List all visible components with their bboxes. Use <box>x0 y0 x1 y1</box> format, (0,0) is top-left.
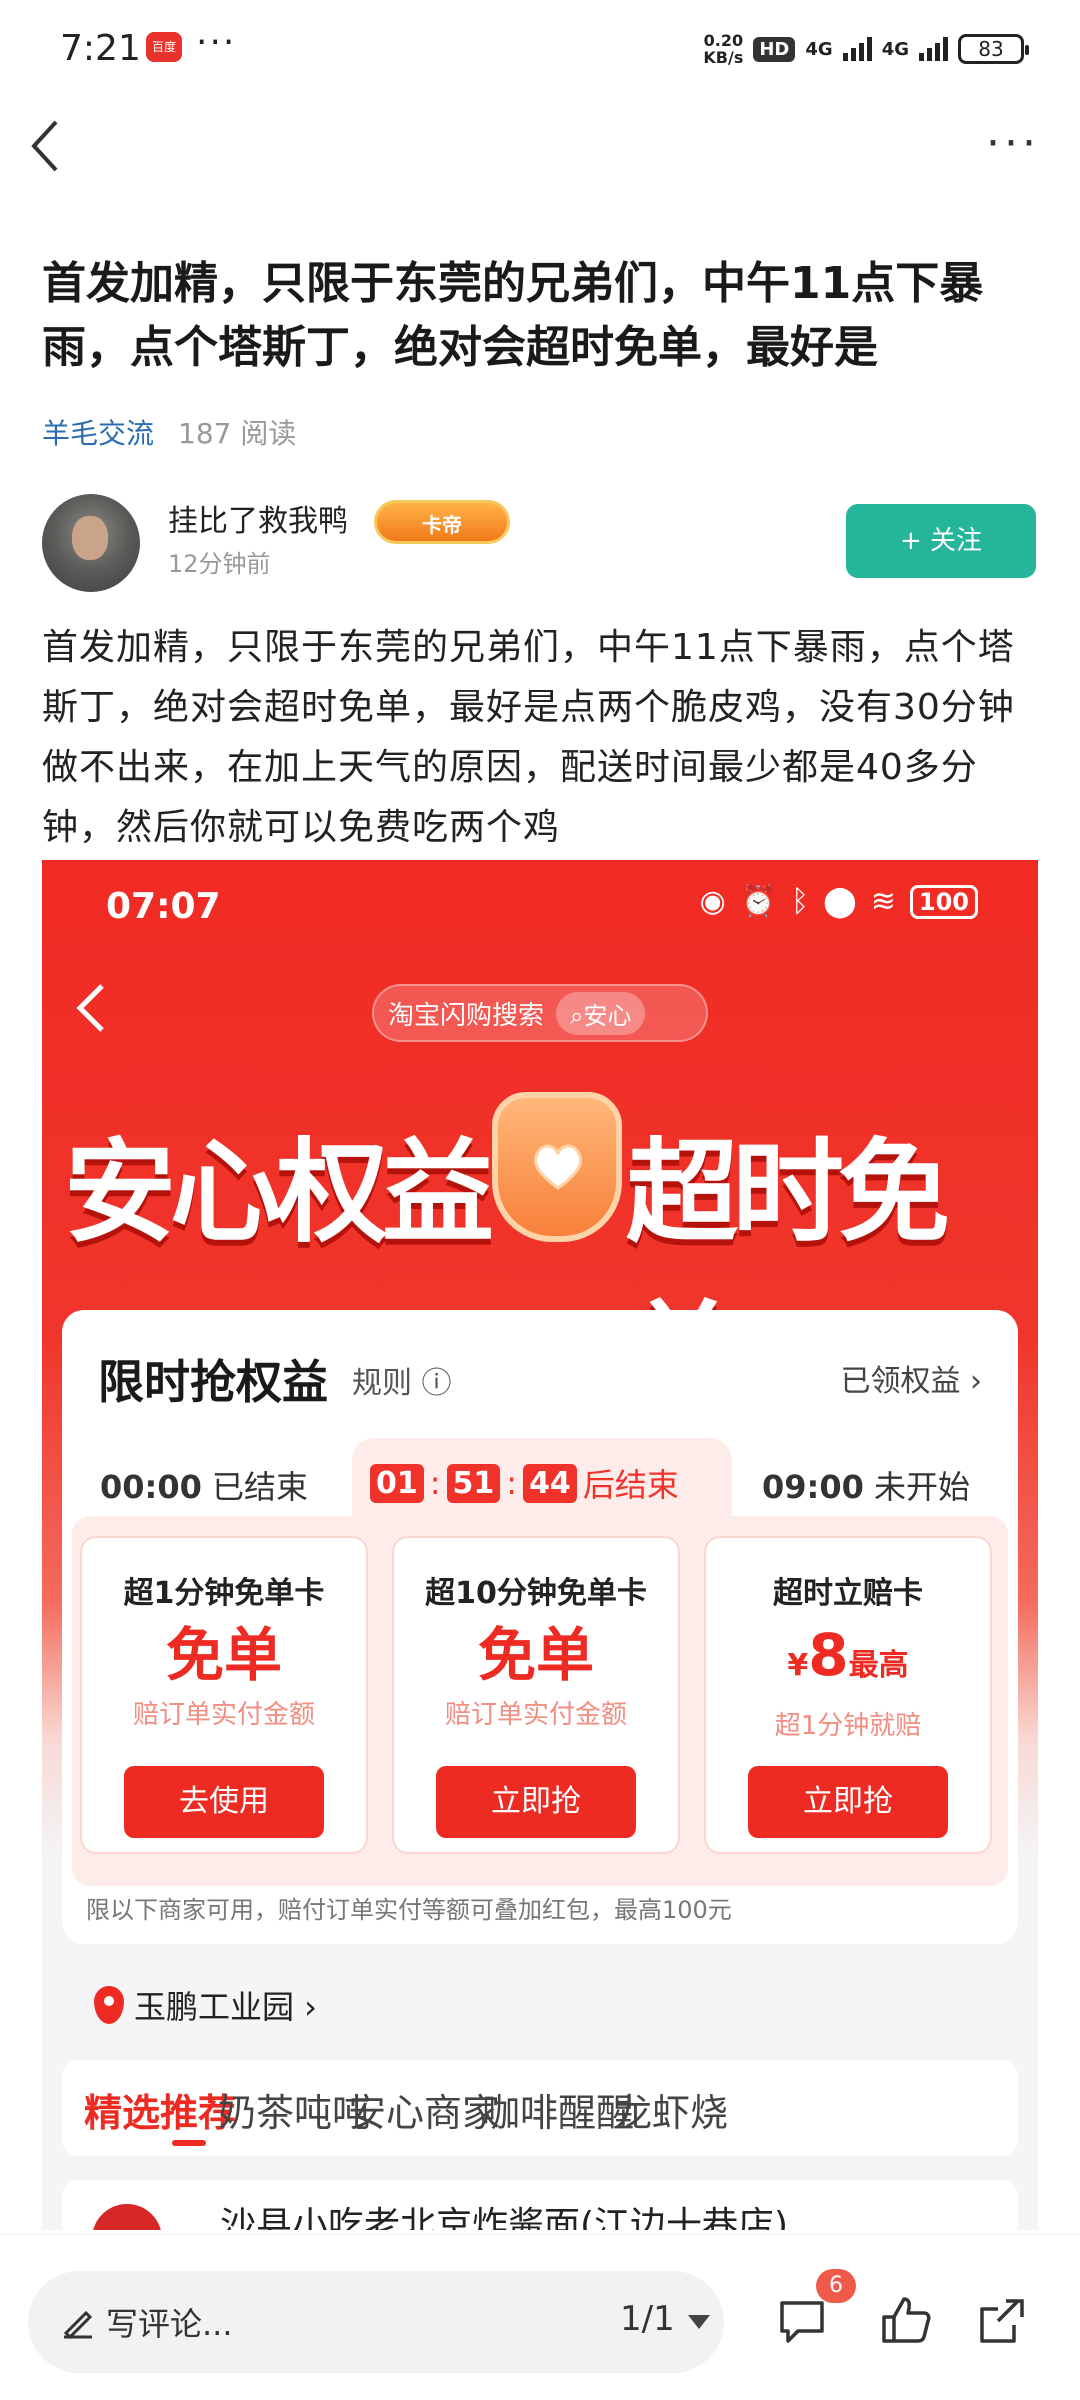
active-tab-indicator <box>172 2140 206 2146</box>
slot-ended: 00:00 已结束 <box>100 1468 309 1506</box>
category-tab: 精选推荐 <box>84 2091 237 2135</box>
coupon-list: 超1分钟免单卡 免单 赔订单实付金额 去使用 超10分钟免单卡 免单 赔订单实付… <box>72 1516 1008 1886</box>
shield-heart-icon <box>492 1092 622 1242</box>
pen-icon <box>63 2310 93 2340</box>
image-search-pill: 淘宝闪购搜索 ⌕安心 <box>372 984 708 1042</box>
wifi-icon: ≋ <box>870 884 896 919</box>
search-icon: ⌕ <box>570 1001 584 1030</box>
coupon-card: 超时立赔卡 ¥8最高 超1分钟就赔 立即抢 <box>704 1536 992 1854</box>
category-tab: 安心商家 <box>348 2091 501 2135</box>
slot-upcoming: 09:00 未开始 <box>762 1468 971 1506</box>
post-title: 首发加精，只限于东莞的兄弟们，中午11点下暴雨，点个塔斯丁，绝对会超时免单，最好… <box>42 258 984 373</box>
coupon-button: 去使用 <box>124 1766 324 1838</box>
comment-input[interactable]: 写评论... 1/1 <box>28 2271 724 2373</box>
image-status-time: 07:07 <box>106 886 221 927</box>
bluetooth-icon: ᛒ <box>791 884 810 919</box>
alarm-icon: ⏰ <box>739 884 778 919</box>
view-count: 187 阅读 <box>178 417 297 450</box>
hd-icon: HD <box>753 36 796 62</box>
category-tabs: 精选推荐 奶茶吨吨 安心商家 咖啡醒醒 龙虾烧 <box>62 2060 1018 2156</box>
category-tab: 龙虾烧 <box>614 2091 729 2135</box>
hero-banner: 安心权益 超时免单 <box>60 1082 1038 1420</box>
shop-name: 沙县小吃老北京炸酱面(江边十巷店) <box>220 2205 789 2230</box>
coupon-note: 限以下商家可用，赔付订单实付等额可叠加红包，最高100元 <box>86 1896 732 1924</box>
coupon-button: 立即抢 <box>436 1766 636 1838</box>
image-back-icon <box>76 984 104 1032</box>
card-title: 限时抢权益 <box>98 1355 328 1409</box>
post-category-link[interactable]: 羊毛交流 <box>42 417 154 450</box>
coupon-button: 立即抢 <box>748 1766 948 1838</box>
post-body: 首发加精，只限于东莞的兄弟们，中午11点下暴雨，点个塔斯丁，绝对会超时免单，最好… <box>42 627 1015 848</box>
signal-4g-1-label: 4G <box>805 38 833 60</box>
post-meta: 羊毛交流 187 阅读 <box>42 412 296 452</box>
image-battery-icon: 100 <box>909 884 978 919</box>
shop-logo <box>92 2204 162 2230</box>
status-time: 7:21 <box>60 28 141 69</box>
eye-icon: ◉ <box>699 884 726 919</box>
claimed-benefits-link: 已领权益 › <box>840 1364 982 1399</box>
benefits-card: 限时抢权益 规则 ⓘ 已领权益 › 00:00 已结束 01:51:44 后结束 … <box>62 1310 1018 1944</box>
chevron-down-icon[interactable] <box>688 2315 710 2329</box>
signal-icon-2 <box>919 37 948 61</box>
rule-link: 规则 ⓘ <box>352 1366 452 1401</box>
location: 玉鹏工业园 › <box>94 1982 317 2028</box>
comment-icon[interactable] <box>774 2293 830 2349</box>
share-icon[interactable] <box>974 2293 1030 2349</box>
image-search-button: ⌕安心 <box>556 991 646 1035</box>
comment-placeholder: 写评论... <box>106 2305 233 2343</box>
back-arrow-icon[interactable] <box>26 116 70 176</box>
coupon-card: 超10分钟免单卡 免单 赔订单实付金额 立即抢 <box>392 1536 680 1854</box>
more-options-icon[interactable]: ··· <box>986 118 1040 169</box>
page-indicator[interactable]: 1/1 <box>620 2299 675 2339</box>
slot-active: 01:51:44 后结束 <box>352 1438 732 1526</box>
post-image[interactable]: 07:07 ◉ ⏰ ᛒ ⬤ ≋ 100 淘宝闪购搜索 ⌕安心 安心权益 超时免单 限时抢… <box>42 860 1038 2230</box>
author-name[interactable]: 挂比了救我鸭 <box>168 496 348 540</box>
location-pin-icon <box>94 1986 124 2024</box>
app-notification-icon: 百度 <box>146 32 182 62</box>
location-icon: ⬤ <box>823 884 857 919</box>
comment-count-badge: 6 <box>816 2269 856 2303</box>
coupon-card: 超1分钟免单卡 免单 赔订单实付金额 去使用 <box>80 1536 368 1854</box>
post-time: 12分钟前 <box>168 550 271 578</box>
signal-4g-2-label: 4G <box>881 38 909 60</box>
image-status-icons: ◉ ⏰ ᛒ ⬤ ≋ 100 <box>700 884 978 919</box>
status-bar: 7:21 百度 ··· 0.20 KB/s HD 4G 4G 83 <box>0 0 1080 100</box>
status-more-icon: ··· <box>196 22 237 63</box>
thumbs-up-icon[interactable] <box>878 2293 934 2349</box>
net-speed: 0.20 KB/s <box>703 31 744 67</box>
time-slot-tabs: 00:00 已结束 01:51:44 后结束 09:00 未开始 <box>62 1438 1018 1526</box>
battery-icon: 83 <box>958 34 1029 64</box>
category-tab: 咖啡醒醒 <box>482 2091 635 2135</box>
signal-icon-1 <box>842 37 872 61</box>
shop-item: 沙县小吃老北京炸酱面(江边十巷店) <box>62 2180 1018 2230</box>
follow-button[interactable]: + 关注 <box>846 504 1036 578</box>
bottom-action-bar: 写评论... 1/1 6 <box>0 2234 1080 2400</box>
author-level-badge: 卡帝 <box>374 500 510 544</box>
avatar[interactable] <box>42 494 140 592</box>
